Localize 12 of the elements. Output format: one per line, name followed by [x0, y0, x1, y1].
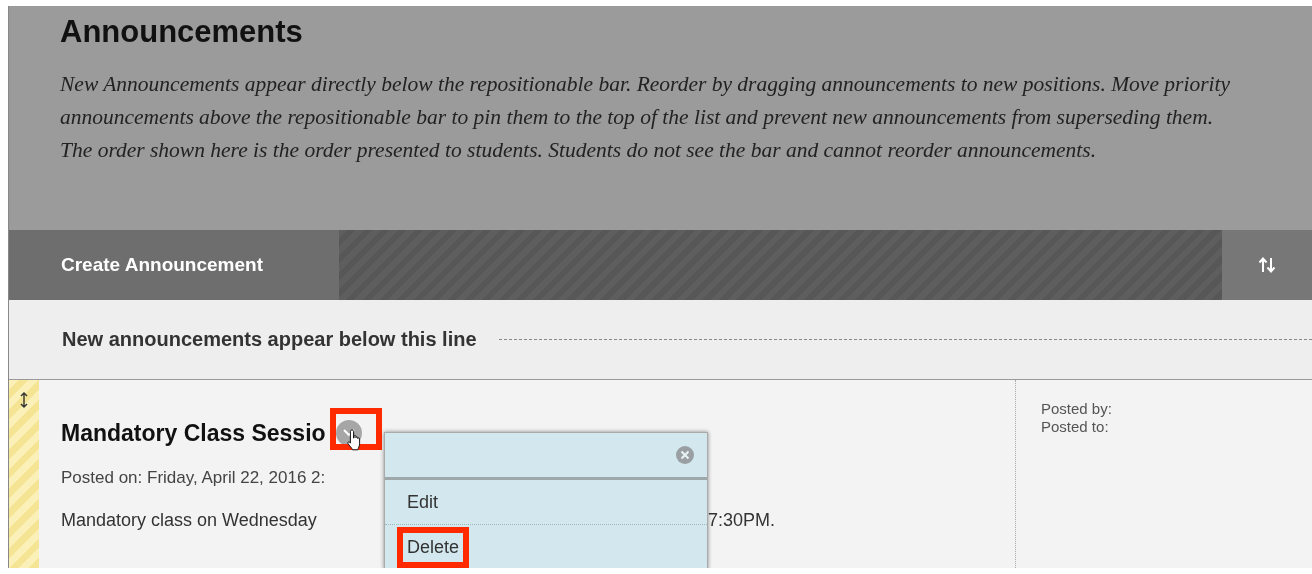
create-announcement-button[interactable]: Create Announcement [9, 230, 339, 300]
posted-to-label: Posted to: [1041, 418, 1110, 436]
page-title: Announcements [60, 13, 304, 51]
posted-by-label: Posted by: [1041, 400, 1113, 418]
menu-item[interactable]: Delete [397, 526, 470, 568]
posted-on-text: Posted on: Friday, April 22, 2016 2: [61, 468, 327, 488]
menu-item[interactable]: Edit [397, 481, 449, 523]
announcement-title: Mandatory Class Sessio [61, 419, 326, 447]
announcement-text: 7:30PM. [708, 510, 776, 531]
announcement-text: Mandatory class on Wednesday [61, 510, 318, 531]
page-description: New Announcements appear directly below the repositionable bar. Reorder by dragging announcements to new positions. Move priority announcements above the repositionable bar to pin them to the top of the list and prevent new announcements from superseding them. The order shown here is the order presented to students. Students do not see the bar and cannot reorder announcements. [60, 71, 1231, 164]
line-label: New announcements appear below this line [62, 328, 477, 351]
